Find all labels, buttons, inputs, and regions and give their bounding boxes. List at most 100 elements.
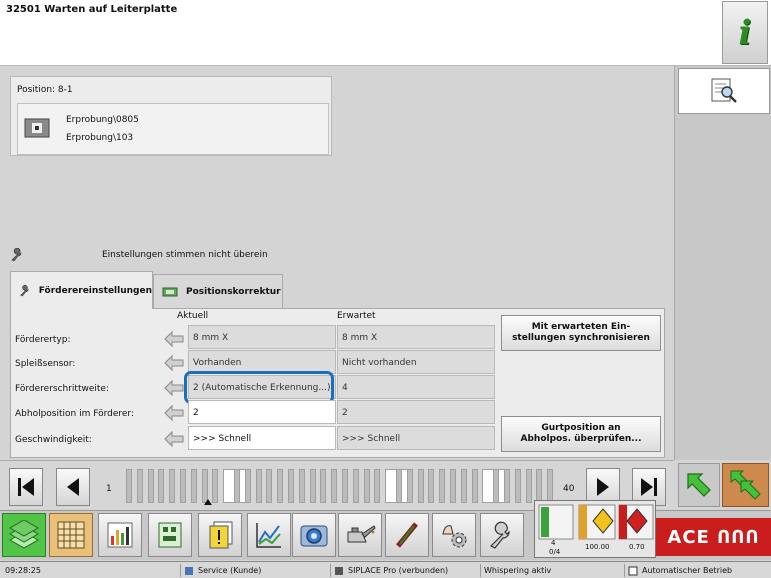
copy-arrow-icon[interactable]: [163, 330, 185, 348]
connection-status: SIPLACE Pro (verbunden): [330, 564, 448, 577]
sync-button-line-1: Mit erwarteten Ein-: [531, 322, 631, 332]
slot-cell[interactable]: [320, 469, 327, 503]
copy-arrow-icon[interactable]: [163, 404, 185, 422]
slot-cell[interactable]: [547, 469, 554, 503]
slot-cell[interactable]: [255, 469, 262, 503]
feeder-card[interactable]: Erprobung\0805 Erprobung\103: [17, 103, 329, 155]
user-icon: [185, 566, 193, 575]
slot-end-number: 40: [563, 484, 575, 494]
line-chart-icon: [256, 523, 281, 548]
slot-cell[interactable]: [169, 469, 176, 503]
slot-cell[interactable]: [493, 469, 500, 503]
siplace-logo: ACE ՈՈՈ: [656, 518, 771, 556]
slot-cell[interactable]: [525, 469, 532, 503]
slot-cell[interactable]: [331, 469, 338, 503]
slot-strip[interactable]: [126, 469, 556, 505]
actual-pickup-position[interactable]: 2: [188, 400, 336, 424]
feeder-table-tool-button[interactable]: [49, 513, 93, 557]
slot-cell[interactable]: [536, 469, 543, 503]
slot-cell[interactable]: [201, 469, 208, 503]
slot-cell[interactable]: [450, 469, 456, 503]
slot-cell[interactable]: [298, 469, 305, 503]
slot-cell[interactable]: [504, 469, 510, 503]
slot-cell[interactable]: [309, 469, 316, 503]
slot-cell[interactable]: [266, 469, 273, 503]
slot-cell[interactable]: [460, 469, 467, 503]
slot-cell[interactable]: [136, 469, 143, 503]
slot-cell[interactable]: [352, 469, 359, 503]
row-label-pickup-position: Abholposition im Förderer:: [15, 409, 134, 419]
messages-tool-button[interactable]: [198, 513, 242, 557]
position-label: Position: 8-1: [17, 85, 73, 95]
tab-feeder-settings[interactable]: Förderereinstellungen: [10, 271, 153, 309]
slot-cell[interactable]: [212, 469, 219, 503]
production-tool-button[interactable]: [2, 513, 46, 557]
slot-cell[interactable]: [396, 469, 402, 503]
board-layout-tool-button[interactable]: [148, 513, 192, 557]
wrench-icon: [11, 248, 22, 262]
previous-slot-button[interactable]: [56, 468, 90, 506]
warning-text: Einstellungen stimmen nicht überein: [102, 250, 268, 260]
whisper-status: Whispering aktiv: [480, 564, 551, 577]
slot-cell[interactable]: [158, 469, 165, 503]
slot-cell[interactable]: [277, 469, 284, 503]
skip-first-icon: [18, 478, 34, 496]
sync-settings-button[interactable]: Mit erwarteten Ein- stellungen synchroni…: [501, 315, 661, 351]
header-expected: Erwartet: [337, 311, 376, 321]
tab-position-correction[interactable]: Positionskorrektur: [153, 274, 283, 309]
slot-cell[interactable]: [342, 469, 348, 503]
slot-cell[interactable]: [288, 469, 294, 503]
oil-can-tool-button[interactable]: [338, 513, 382, 557]
slot-cell[interactable]: [190, 469, 197, 503]
check-button-line-2: Abholpos. überprüfen...: [520, 434, 642, 444]
statistics-tool-button[interactable]: [247, 513, 291, 557]
gauge-ratio: 0/4: [549, 548, 561, 556]
current-slot-marker: [204, 499, 212, 505]
actual-feeder-type: 8 mm X: [188, 325, 336, 349]
slot-cell[interactable]: [126, 469, 132, 503]
slot-cell[interactable]: [234, 469, 240, 503]
slot-cell[interactable]: [417, 469, 424, 503]
expected-feeder-type: 8 mm X: [337, 325, 495, 349]
bar-chart-icon: [107, 522, 133, 548]
copy-arrow-icon[interactable]: [163, 354, 185, 372]
slot-cell[interactable]: [428, 469, 435, 503]
green-arrow-icon: [687, 473, 711, 497]
feeder-line-1: Erprobung\0805: [66, 115, 139, 125]
actual-speed[interactable]: >>> Schnell: [188, 426, 336, 450]
tab-label: Positionskorrektur: [186, 287, 281, 297]
bar-chart-tool-button[interactable]: [98, 513, 142, 557]
camera-tool-button[interactable]: [292, 513, 336, 557]
magnifier-button[interactable]: [678, 68, 770, 114]
expected-pickup-position: 2: [337, 400, 495, 424]
slot-start-number: 1: [106, 484, 112, 494]
info-button[interactable]: i: [722, 1, 768, 64]
green-arrows-button[interactable]: [678, 463, 720, 507]
warning-message-icon: [209, 521, 233, 549]
slot-cell[interactable]: [180, 469, 186, 503]
service-tool-button[interactable]: [480, 513, 524, 557]
clock: 09:28:25: [5, 566, 41, 575]
maintenance-tool-button[interactable]: [432, 513, 476, 557]
slot-cell[interactable]: [406, 469, 413, 503]
slot-cell[interactable]: [439, 469, 446, 503]
slot-cell[interactable]: [514, 469, 521, 503]
slot-cell[interactable]: [244, 469, 251, 503]
check-belt-button[interactable]: Gurtposition an Abholpos. überprüfen...: [501, 416, 661, 452]
mode-status: Automatischer Betrieb: [624, 564, 732, 577]
position-box: Position: 8-1 Erprobung\0805 Erprobung\1…: [10, 76, 332, 156]
first-slot-button[interactable]: [9, 468, 43, 506]
window-title: 32501 Warten auf Leiterplatte: [6, 4, 178, 15]
main-panel: Position: 8-1 Erprobung\0805 Erprobung\1…: [0, 66, 674, 460]
tool-change-button[interactable]: [385, 513, 429, 557]
slot-cell[interactable]: [363, 469, 370, 503]
slot-cell[interactable]: [147, 469, 154, 503]
copy-arrow-icon[interactable]: [163, 430, 185, 448]
check-button-line-1: Gurtposition an: [541, 423, 621, 433]
slot-cell[interactable]: [471, 469, 478, 503]
orange-arrows-button[interactable]: [722, 463, 769, 507]
component-status-widget[interactable]: 4 0/4 100.00 0.70: [534, 500, 656, 558]
next-icon: [597, 478, 609, 496]
copy-arrow-icon[interactable]: [163, 379, 185, 397]
slot-cell[interactable]: [374, 469, 381, 503]
